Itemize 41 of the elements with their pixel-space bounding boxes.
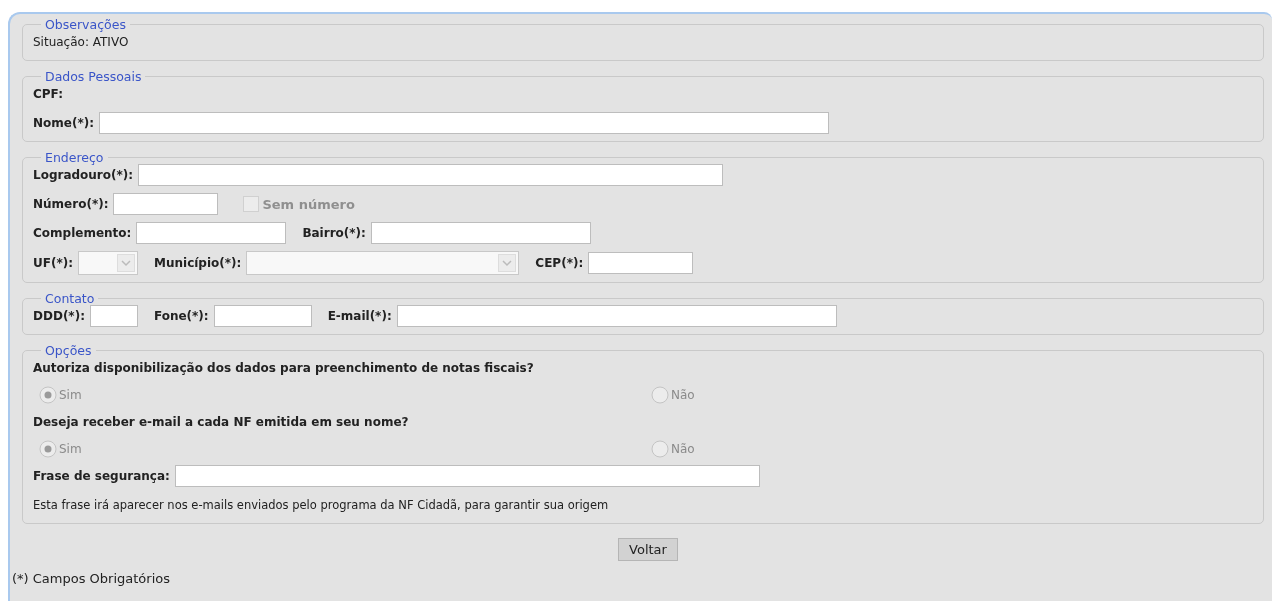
field-label: Município(*): xyxy=(154,256,242,270)
section-legend: Endereço xyxy=(41,151,108,164)
field-label: Número(*): xyxy=(33,197,109,211)
field-label: Autoriza disponibilização dos dados para preenchimento de notas fiscais? xyxy=(33,361,534,375)
text-field[interactable] xyxy=(89,305,138,327)
radio-label: Sim xyxy=(59,442,82,456)
section-legend: Contato xyxy=(41,292,99,305)
radio-label: Não xyxy=(671,442,695,456)
field-label: Frase de segurança: xyxy=(33,469,170,483)
field-label: Logradouro(*): xyxy=(33,168,134,182)
field-label: Complemento: xyxy=(33,226,132,240)
back-button[interactable]: Voltar xyxy=(618,538,678,561)
chevron-icon xyxy=(498,254,517,272)
radio-label: Sim xyxy=(59,388,82,402)
text-field[interactable] xyxy=(174,465,760,487)
required-fields-note: (*) Campos Obrigatórios xyxy=(12,571,171,586)
text-field[interactable] xyxy=(213,305,312,327)
chevron-icon xyxy=(117,254,135,272)
field-label: Deseja receber e-mail a cada NF emitida em seu nome? xyxy=(33,415,409,429)
field-label: UF(*): xyxy=(33,256,73,270)
text-field[interactable] xyxy=(396,305,837,327)
field-label: CEP(*): xyxy=(535,256,584,270)
field-label: Bairro(*): xyxy=(302,226,366,240)
text-field[interactable] xyxy=(138,164,724,186)
checkbox-label: Sem número xyxy=(262,196,355,212)
section-legend: Observações xyxy=(41,18,130,31)
text-field[interactable] xyxy=(588,252,694,274)
radio-label: Não xyxy=(671,388,695,402)
text-field[interactable] xyxy=(99,112,829,134)
text-field[interactable] xyxy=(136,222,287,244)
field-label: E-mail(*): xyxy=(327,309,392,323)
field-label: Fone(*): xyxy=(153,309,209,323)
section-legend: Opções xyxy=(41,344,96,357)
field-label: CPF: xyxy=(33,87,63,101)
field-label: DDD(*): xyxy=(33,309,85,323)
field-label: Nome(*): xyxy=(33,116,94,130)
section-legend: Dados Pessoais xyxy=(41,70,146,83)
text-field[interactable] xyxy=(370,222,591,244)
text-field[interactable] xyxy=(113,193,219,215)
info-text: Situação: ATIVO xyxy=(33,35,129,49)
info-text: Esta frase irá aparecer nos e-mails enviados pelo programa da NF Cidadã, para garantir sua origem xyxy=(33,498,609,512)
